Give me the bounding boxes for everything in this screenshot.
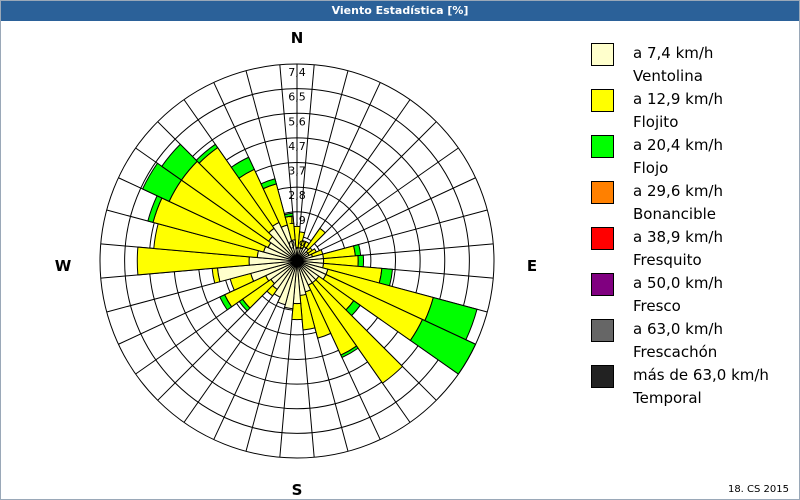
legend-name: Ventolina bbox=[633, 67, 703, 85]
legend-range: a 29,6 km/h bbox=[633, 182, 723, 200]
legend-name: Flojito bbox=[633, 113, 679, 131]
ring-label: 6,5 bbox=[288, 91, 306, 104]
legend-swatch bbox=[591, 43, 614, 66]
ring-label: 7,4 bbox=[288, 66, 306, 79]
legend-name: Frescachón bbox=[633, 343, 718, 361]
legend-name: Fresquito bbox=[633, 251, 702, 269]
cardinal-n: N bbox=[291, 29, 304, 47]
legend-swatch bbox=[591, 319, 614, 342]
legend-swatch bbox=[591, 365, 614, 388]
ring-label: 0,9 bbox=[288, 238, 306, 251]
legend-range: a 38,9 km/h bbox=[633, 228, 723, 246]
grid-spoke bbox=[319, 177, 476, 252]
sector-bar bbox=[357, 254, 365, 268]
legend-range: a 50,0 km/h bbox=[633, 274, 723, 292]
ring-label: 1,9 bbox=[288, 214, 306, 227]
legend-range: a 20,4 km/h bbox=[633, 136, 723, 154]
grid-spoke bbox=[316, 147, 459, 248]
grid-spoke bbox=[310, 99, 411, 242]
legend-range: a 7,4 km/h bbox=[633, 44, 714, 62]
grid-spoke bbox=[306, 82, 381, 239]
legend-swatch bbox=[591, 89, 614, 112]
ring-label: 3,7 bbox=[288, 165, 306, 178]
wind-sectors bbox=[136, 143, 478, 384]
cardinal-w: W bbox=[55, 257, 72, 275]
legend-swatch bbox=[591, 227, 614, 250]
ring-label: 4,7 bbox=[288, 140, 306, 153]
legend-range: más de 63,0 km/h bbox=[633, 366, 769, 384]
legend-swatch bbox=[591, 135, 614, 158]
legend-name: Bonancible bbox=[633, 205, 717, 223]
title-bar: Viento Estadística [%] bbox=[1, 1, 799, 21]
legend-swatch bbox=[591, 273, 614, 296]
legend-range: a 63,0 km/h bbox=[633, 320, 723, 338]
cardinal-s: S bbox=[292, 481, 303, 499]
cardinal-e: E bbox=[527, 257, 537, 275]
legend-name: Flojo bbox=[633, 159, 669, 177]
legend-swatch bbox=[591, 181, 614, 204]
grid-spoke bbox=[302, 70, 349, 238]
grid-spoke bbox=[245, 284, 292, 452]
grid-spoke bbox=[314, 121, 437, 244]
chart-window: Viento Estadística [%] 0,9 1,9 2,8 3,7 4,7 5,… bbox=[0, 0, 800, 500]
footer-text: 18. CS 2015 bbox=[727, 484, 789, 495]
legend-name: Temporal bbox=[633, 389, 702, 407]
ring-label: 2,8 bbox=[288, 189, 306, 202]
legend-range: a 12,9 km/h bbox=[633, 90, 723, 108]
ring-label: 5,6 bbox=[288, 115, 306, 128]
legend-name: Fresco bbox=[633, 297, 681, 315]
